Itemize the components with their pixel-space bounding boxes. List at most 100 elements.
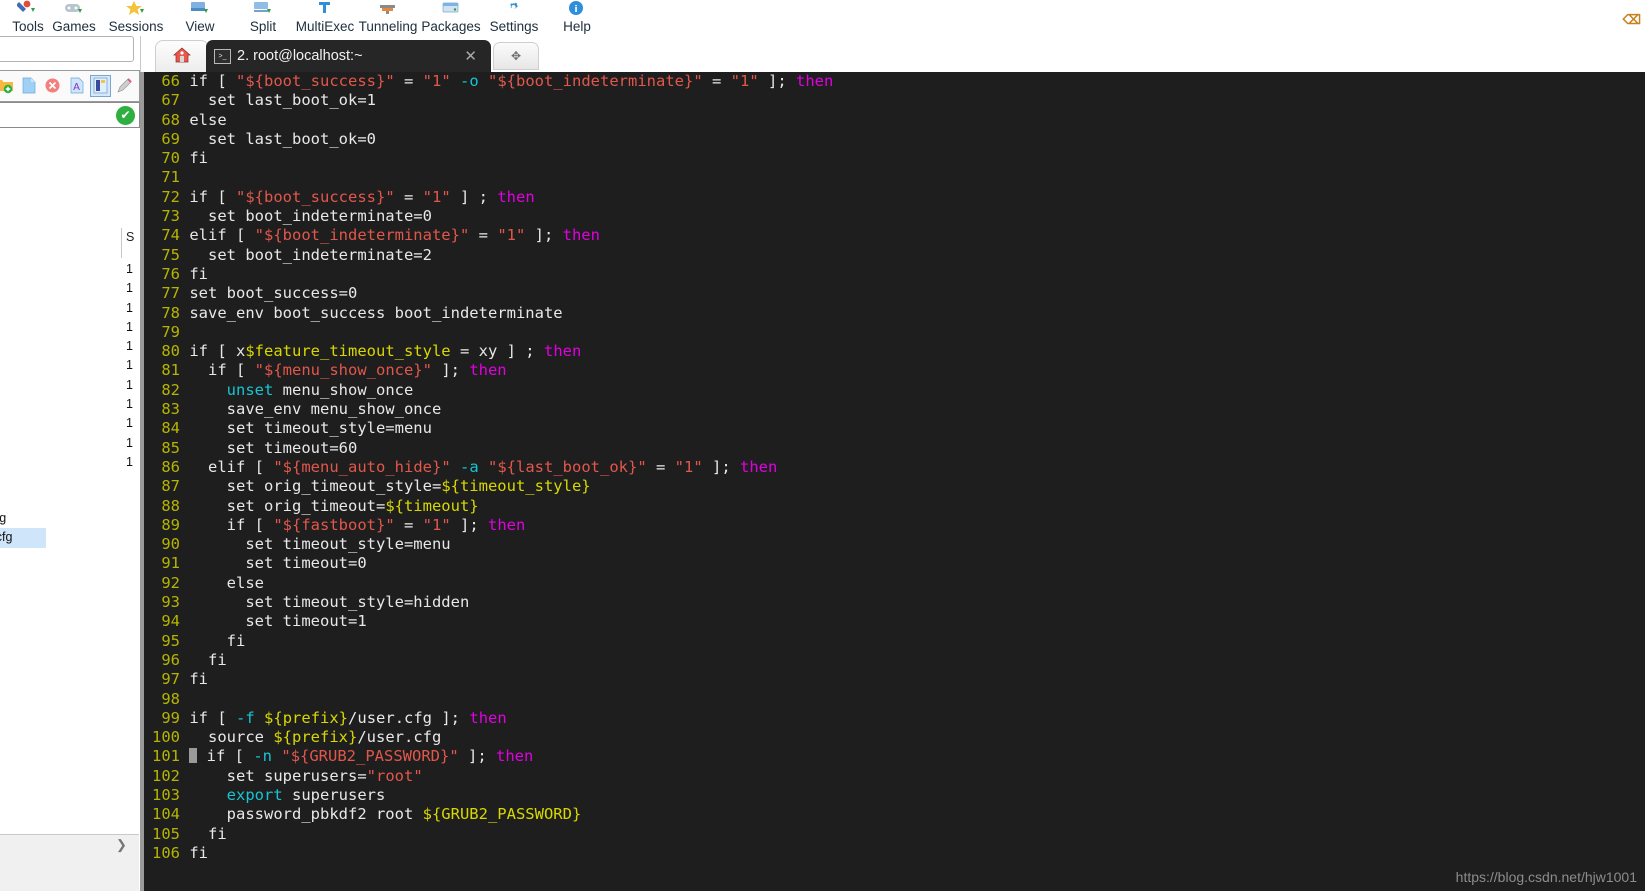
terminal-line: 97 fi	[146, 670, 1645, 689]
code-token: "1"	[730, 72, 759, 90]
code-token: ${timeout_style}	[441, 477, 591, 496]
code-token: if [	[189, 361, 255, 380]
ribbon-item-packages[interactable]: Packages	[415, 0, 487, 35]
line-number: 89	[161, 515, 180, 534]
chevron-right-icon[interactable]: ❯	[116, 837, 127, 853]
code-token: "${last_boot_ok}"	[488, 457, 647, 476]
terminal-line: 82 unset menu_show_once	[146, 381, 1645, 400]
code-token: ];	[458, 747, 496, 766]
list-item[interactable]: .cfg	[0, 509, 46, 528]
line-number: 93	[161, 593, 180, 612]
terminal-line: 83 save_env menu_show_once	[146, 400, 1645, 419]
search-input[interactable]	[0, 36, 134, 62]
delete-icon[interactable]	[43, 76, 62, 96]
line-number: 106	[152, 843, 180, 862]
new-folder-icon[interactable]	[0, 76, 14, 96]
terminal-line: 93 set timeout_style=hidden	[146, 593, 1645, 612]
terminal-line: 68 else	[146, 111, 1645, 130]
code-token: -f	[236, 708, 255, 727]
terminal-line: 72 if [ "${boot_success}" = "1" ] ; then	[146, 188, 1645, 207]
packages-icon	[415, 0, 487, 18]
terminal-line: 73 set boot_indeterminate=0	[146, 207, 1645, 226]
column-header-size[interactable]: S	[126, 230, 134, 244]
line-number: 66	[161, 72, 180, 90]
code-token: fi	[189, 843, 209, 862]
terminal-icon: >_	[214, 48, 231, 64]
terminal-line: 95 fi	[146, 632, 1645, 651]
ribbon-item-label: Tunneling	[358, 19, 418, 34]
line-number: 92	[161, 573, 180, 592]
file-size-cell: 1	[126, 454, 133, 469]
tab-root-localhost[interactable]: >_ 2. root@localhost:~ ✕	[206, 40, 491, 72]
tab-bar: >_ 2. root@localhost:~ ✕ ✥	[0, 36, 1645, 73]
ribbon-item-tunneling[interactable]: Tunneling	[352, 0, 424, 35]
code-token: if [	[197, 747, 254, 766]
code-token: menu_show_once	[273, 380, 414, 399]
file-size-cell: 1	[126, 397, 133, 412]
terminal-scroll-gutter[interactable]	[140, 72, 144, 891]
ribbon-item-label: Settings	[489, 19, 539, 34]
code-token: if [ x	[189, 342, 246, 361]
svg-text:A: A	[73, 82, 80, 93]
line-number: 74	[161, 226, 180, 245]
line-number: 78	[161, 303, 180, 322]
line-number: 84	[161, 419, 180, 438]
ribbon-item-settings[interactable]: Settings	[478, 0, 550, 35]
panel-icon[interactable]	[90, 75, 111, 97]
svg-text:i: i	[574, 5, 577, 15]
code-token: "${boot_success}"	[236, 187, 395, 206]
code-token: fi	[189, 631, 246, 650]
close-icon[interactable]: ⌫	[1623, 12, 1641, 28]
code-token: "1"	[422, 515, 451, 534]
terminal-pane[interactable]: 66 if [ "${boot_success}" = "1" -o "${bo…	[140, 72, 1645, 891]
edit-icon[interactable]	[115, 76, 134, 96]
font-icon[interactable]: A	[67, 76, 86, 96]
terminal-line: 100 source ${prefix}/user.cfg	[146, 728, 1645, 747]
code-token: -n	[253, 747, 273, 766]
code-token: elif [	[189, 457, 274, 476]
code-token: set timeout_style=menu	[189, 419, 432, 438]
code-token: fi	[189, 824, 227, 843]
code-token: source	[189, 728, 274, 747]
terminal-line: 71	[146, 168, 1645, 187]
line-number: 72	[161, 187, 180, 206]
line-number: 105	[152, 824, 180, 843]
line-number: 102	[152, 766, 180, 785]
status-ok-icon: ✔	[116, 105, 135, 125]
line-number: 76	[161, 264, 180, 283]
line-number: 94	[161, 612, 180, 631]
tab-close-icon[interactable]: ✕	[458, 47, 483, 65]
tab-home[interactable]	[155, 40, 209, 73]
new-file-icon[interactable]	[19, 76, 38, 96]
ribbon-item-multiexec[interactable]: MultiExec	[289, 0, 361, 35]
ribbon-item-help[interactable]: i Help	[541, 0, 613, 35]
file-list[interactable]: S 1 1 1 1 1 1 1 1 1 1 1 .cfgs.cfg	[0, 130, 140, 850]
list-item[interactable]: s.cfg	[0, 528, 46, 548]
code-token: ];	[431, 361, 470, 380]
line-number: 99	[161, 708, 180, 727]
path-field[interactable]: ✔	[0, 102, 140, 128]
terminal-line: 102 set superusers="root"	[146, 767, 1645, 786]
file-size-cell: 1	[126, 358, 133, 373]
new-tab-button[interactable]: ✥	[493, 42, 539, 70]
terminal-line: 74 elif [ "${boot_indeterminate}" = "1" …	[146, 226, 1645, 245]
code-token: if [	[189, 72, 237, 90]
line-number: 68	[161, 110, 180, 129]
sessions-icon	[100, 0, 172, 18]
ribbon-item-sessions[interactable]: Sessions	[100, 0, 172, 35]
terminal-line: 79	[146, 323, 1645, 342]
code-token: set timeout_style=hidden	[189, 593, 470, 612]
code-token: set last_boot_ok=0	[189, 129, 376, 148]
code-token: set orig_timeout=	[189, 496, 386, 515]
terminal-line: 88 set orig_timeout=${timeout}	[146, 497, 1645, 516]
ribbon-item-view[interactable]: View	[164, 0, 236, 35]
